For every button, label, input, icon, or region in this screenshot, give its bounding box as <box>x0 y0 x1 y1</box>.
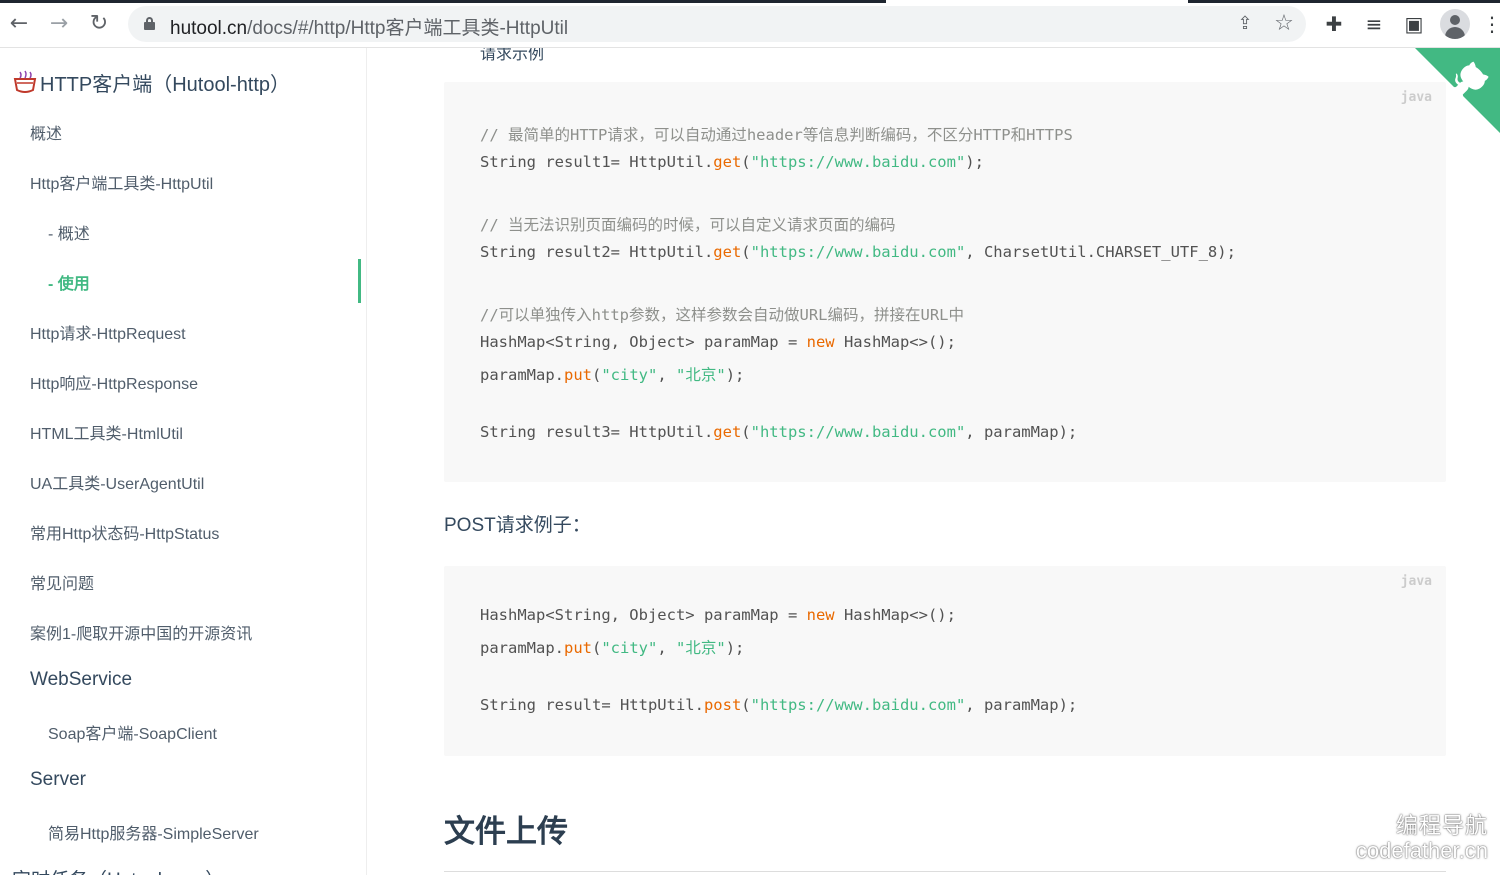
puzzle-icon[interactable]: ✚ <box>1321 11 1347 37</box>
code-line: String result1= HttpUtil.get("https://ww… <box>480 153 984 171</box>
tab-strip <box>0 0 1500 3</box>
code-line: String result3= HttpUtil.get("https://ww… <box>480 423 1078 441</box>
media-icon[interactable]: ≡ <box>1361 11 1387 37</box>
sidebar-subitem-simpleserver[interactable]: 简易Http服务器-SimpleServer <box>48 820 259 844</box>
sidebar-item-case1[interactable]: 案例1-爬取开源中国的开源资讯 <box>30 620 252 644</box>
sidebar-subitem-overview[interactable]: - 概述 <box>48 220 90 244</box>
code-block-get: java // 最简单的HTTP请求，可以自动通过header等信息判断编码，不… <box>444 82 1446 482</box>
sidebar-item-faq[interactable]: 常见问题 <box>30 570 94 594</box>
code-line: // 最简单的HTTP请求，可以自动通过header等信息判断编码，不区分HTT… <box>480 126 1073 144</box>
sidebar-subitem-soapclient[interactable]: Soap客户端-SoapClient <box>48 720 217 744</box>
sidebar: HTTP客户端（Hutool-http） 概述 Http客户端工具类-HttpU… <box>0 48 367 875</box>
sidebar-item-overview[interactable]: 概述 <box>30 120 62 144</box>
url-text[interactable]: hutool.cn/docs/#/http/Http客户端工具类-HttpUti… <box>170 13 568 40</box>
sidebar-section-title[interactable]: HTTP客户端（Hutool-http） <box>12 68 290 96</box>
side-panel-icon[interactable]: ▣ <box>1401 11 1427 37</box>
active-indicator <box>358 259 361 303</box>
back-icon[interactable]: ← <box>6 11 32 37</box>
section-heading: 文件上传 <box>444 814 568 849</box>
reload-icon[interactable]: ↻ <box>86 11 112 37</box>
forward-icon[interactable]: → <box>46 11 72 37</box>
main-content: 请求示例 java // 最简单的HTTP请求，可以自动通过header等信息判… <box>368 48 1500 875</box>
hutool-logo-icon <box>12 70 38 94</box>
code-lang-label: java <box>1400 574 1432 589</box>
browser-toolbar: ← → ↻ hutool.cn/docs/#/http/Http客户端工具类-H… <box>0 0 1500 48</box>
sidebar-subitem-usage[interactable]: - 使用 <box>48 270 90 294</box>
watermark-title: 编程导航 <box>1395 813 1488 838</box>
cut-off-text: 请求示例 <box>480 48 545 63</box>
address-bar[interactable]: hutool.cn/docs/#/http/Http客户端工具类-HttpUti… <box>128 6 1306 42</box>
code-line: HashMap<String, Object> paramMap = new H… <box>480 333 956 351</box>
code-block-post: java HashMap<String, Object> paramMap = … <box>444 566 1446 756</box>
github-corner-icon[interactable] <box>1415 48 1500 133</box>
sidebar-item-useragentutil[interactable]: UA工具类-UserAgentUtil <box>30 470 204 494</box>
heading-divider <box>444 871 1446 872</box>
code-line: // 当无法识别页面编码的时候，可以自定义请求页面的编码 <box>480 216 896 234</box>
code-line: paramMap.put("city", "北京"); <box>480 366 745 384</box>
lock-icon[interactable] <box>144 17 155 30</box>
code-line: //可以单独传入http参数，这样参数会自动做URL编码，拼接在URL中 <box>480 306 964 324</box>
sidebar-item-webservice[interactable]: WebService <box>30 669 132 691</box>
url-path: /docs/#/http/Http客户端工具类-HttpUtil <box>247 18 569 39</box>
sidebar-item-httpstatus[interactable]: 常用Http状态码-HttpStatus <box>30 520 219 544</box>
active-tab[interactable] <box>886 0 1188 3</box>
share-icon[interactable]: ⇪ <box>1234 13 1256 35</box>
sidebar-item-httpresponse[interactable]: Http响应-HttpResponse <box>30 370 198 394</box>
sidebar-item-cron[interactable]: 定时任务（Hutool-cron） <box>12 865 224 875</box>
url-host: hutool.cn <box>170 18 248 39</box>
code-line: HashMap<String, Object> paramMap = new H… <box>480 606 956 624</box>
sidebar-item-htmlutil[interactable]: HTML工具类-HtmlUtil <box>30 420 183 444</box>
sidebar-title-text: HTTP客户端（Hutool-http） <box>40 73 291 96</box>
sidebar-item-httprequest[interactable]: Http请求-HttpRequest <box>30 320 186 344</box>
profile-icon[interactable] <box>1440 9 1470 39</box>
kebab-icon[interactable]: ⋮ <box>1482 11 1500 37</box>
sidebar-item-httputil[interactable]: Http客户端工具类-HttpUtil <box>30 170 213 194</box>
code-line: paramMap.put("city", "北京"); <box>480 639 745 657</box>
sidebar-item-server[interactable]: Server <box>30 769 86 791</box>
watermark-domain: codefather.cn <box>1355 838 1488 863</box>
star-icon[interactable]: ☆ <box>1273 13 1295 35</box>
post-example-label: POST请求例子： <box>444 515 591 536</box>
code-line: String result2= HttpUtil.get("https://ww… <box>480 243 1236 261</box>
code-line: String result= HttpUtil.post("https://ww… <box>480 696 1078 714</box>
